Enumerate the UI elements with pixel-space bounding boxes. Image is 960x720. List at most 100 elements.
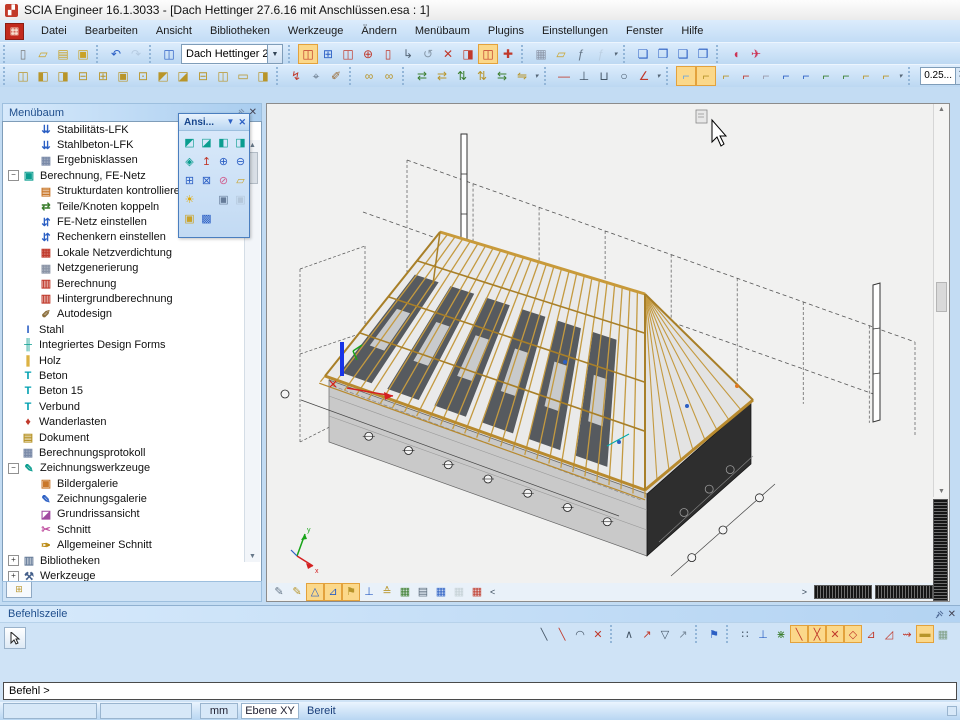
toolbar-icon[interactable]: ⌖ xyxy=(306,66,326,86)
view-tool-icon[interactable]: ▩ xyxy=(198,210,215,227)
menu-item[interactable]: Hilfe xyxy=(672,20,712,42)
toolbar-icon[interactable]: ◨ xyxy=(458,44,478,64)
toolbar-icon[interactable]: ⌐ xyxy=(856,66,876,86)
toolbar-icon[interactable]: ◖ xyxy=(726,44,746,64)
toolbar-icon[interactable]: ⇅ xyxy=(452,66,472,86)
toolbar-icon[interactable]: ⇄ xyxy=(412,66,432,86)
toolbar-icon[interactable]: ✐ xyxy=(326,66,346,86)
snap-icon[interactable]: ∧ xyxy=(620,625,638,643)
snap-icon[interactable]: ✕ xyxy=(826,625,844,643)
select-cursor-button[interactable] xyxy=(4,627,26,649)
view-tool-icon[interactable]: ⊖ xyxy=(232,153,249,170)
tree-item[interactable]: + ▥ Bibliotheken xyxy=(3,553,261,568)
view-setting-icon[interactable]: ▦ xyxy=(432,583,450,601)
view-setting-icon[interactable]: ✎ xyxy=(288,583,306,601)
toolbar-icon[interactable]: ⌐ xyxy=(776,66,796,86)
tree-item[interactable]: T Beton xyxy=(3,368,261,383)
pin-icon[interactable] xyxy=(935,610,944,619)
toolbar-icon[interactable]: ⌐ xyxy=(716,66,736,86)
view-tool-icon[interactable] xyxy=(198,191,215,208)
toolbar-icon[interactable]: ⊕ xyxy=(358,44,378,64)
tree-item[interactable]: ▥ Hintergrundberechnung xyxy=(3,291,261,306)
snap-icon[interactable]: ⊥ xyxy=(754,625,772,643)
toolbar-icon[interactable]: ⌐ xyxy=(736,66,756,86)
tree-item[interactable]: ✐ Autodesign xyxy=(3,307,261,322)
toolbar-scroll-left[interactable]: < xyxy=(486,587,499,597)
menu-item[interactable]: Menübaum xyxy=(406,20,479,42)
tree-item[interactable]: ▣ Bildergalerie xyxy=(3,476,261,491)
toolbar-icon[interactable]: — xyxy=(554,66,574,86)
toolbar-icon[interactable]: ↷ xyxy=(126,44,146,64)
toolbar-icon[interactable]: ⌐ xyxy=(816,66,836,86)
view-tool-icon[interactable]: ⊕ xyxy=(215,153,232,170)
toolbar-icon[interactable]: ⌐ xyxy=(756,66,776,86)
close-icon[interactable]: ✕ xyxy=(948,609,956,620)
toolbar-icon[interactable]: ⌐ xyxy=(836,66,856,86)
toolbar-icon[interactable]: ▣ xyxy=(73,44,93,64)
tree-item[interactable]: ▥ Berechnung xyxy=(3,276,261,291)
tree-item[interactable]: ∥ Holz xyxy=(3,353,261,368)
viewport-vertical-scrollbar[interactable]: ▲ ▼ xyxy=(933,104,949,497)
tree-expander[interactable]: − xyxy=(8,463,19,474)
toolbar-icon[interactable]: ▱ xyxy=(33,44,53,64)
view-setting-icon[interactable]: ▦ xyxy=(468,583,486,601)
toolbar-icon[interactable]: ✕ xyxy=(438,44,458,64)
tree-item[interactable]: ✎ Zeichnungsgalerie xyxy=(3,491,261,506)
view-setting-icon[interactable]: ⊥ xyxy=(360,583,378,601)
tree-item[interactable]: ◪ Grundrissansicht xyxy=(3,507,261,522)
snap-icon[interactable]: ▽ xyxy=(656,625,674,643)
menu-item[interactable]: Bibliotheken xyxy=(201,20,279,42)
toolbar-icon[interactable]: ⌐ xyxy=(796,66,816,86)
view-tool-icon[interactable]: ◧ xyxy=(215,134,232,151)
toolbar-icon[interactable]: ⇆ xyxy=(492,66,512,86)
toolbar-icon[interactable]: ▣ xyxy=(113,66,133,86)
rotate-scrollbar-horizontal-2[interactable] xyxy=(875,585,933,599)
toolbar-icon[interactable]: ❏ xyxy=(633,44,653,64)
rotate-scrollbar-vertical[interactable] xyxy=(933,499,948,601)
toolbar-icon[interactable]: ◫ xyxy=(159,44,179,64)
view-tool-icon[interactable]: ↥ xyxy=(198,153,215,170)
toolbar-icon[interactable]: ▭ xyxy=(233,66,253,86)
scia-logo-icon[interactable]: ▦ xyxy=(5,23,24,40)
menu-item[interactable]: Datei xyxy=(32,20,76,42)
view-tool-icon[interactable]: ⊞ xyxy=(181,172,198,189)
tree-item[interactable]: T Beton 15 xyxy=(3,384,261,399)
tree-expander[interactable]: − xyxy=(8,170,19,181)
view-tool-icon[interactable]: ☀ xyxy=(181,191,198,208)
tree-item[interactable]: T Verbund xyxy=(3,399,261,414)
tree-item[interactable]: − ✎ Zeichnungswerkzeuge xyxy=(3,461,261,476)
view-tool-icon[interactable]: ▣ xyxy=(232,191,249,208)
menu-item[interactable]: Einstellungen xyxy=(533,20,617,42)
snap-icon[interactable]: ⊿ xyxy=(862,625,880,643)
view-setting-icon[interactable]: ≙ xyxy=(378,583,396,601)
toolbar-icon[interactable]: ∞ xyxy=(379,66,399,86)
toolbar-icon[interactable]: ◫ xyxy=(338,44,358,64)
view-setting-icon[interactable]: ⊿ xyxy=(324,583,342,601)
toolbar-icon[interactable]: ↯ xyxy=(286,66,306,86)
tree-item[interactable]: ✂ Schnitt xyxy=(3,522,261,537)
snap-icon[interactable]: ◇ xyxy=(844,625,862,643)
toolbar-icon[interactable]: ƒ xyxy=(571,44,591,64)
toolbar-icon[interactable]: ◫ xyxy=(13,66,33,86)
view-setting-icon[interactable]: ▦ xyxy=(450,583,468,601)
view-tool-icon[interactable]: ▱ xyxy=(232,172,249,189)
toolbar-icon[interactable]: ↺ xyxy=(418,44,438,64)
toolbar-icon[interactable]: ∞ xyxy=(359,66,379,86)
toolbar-icon[interactable]: ⌐ xyxy=(676,66,696,86)
snap-icon[interactable]: ╲ xyxy=(535,625,553,643)
toolbar-grip[interactable] xyxy=(3,45,10,63)
view-setting-icon[interactable]: △ xyxy=(306,583,324,601)
scroll-thumb[interactable] xyxy=(936,282,947,312)
snap-icon[interactable]: ✕ xyxy=(589,625,607,643)
snap-icon[interactable]: ∷ xyxy=(736,625,754,643)
tree-item[interactable]: ▦ Netzgenerierung xyxy=(3,261,261,276)
toolbar-icon[interactable]: ◫ xyxy=(478,44,498,64)
toolbar-icon[interactable]: ↶ xyxy=(106,44,126,64)
snap-icon[interactable]: ╲ xyxy=(790,625,808,643)
tree-item[interactable]: ╫ Integriertes Design Forms xyxy=(3,337,261,352)
toolbar-icon[interactable]: ✈ xyxy=(746,44,766,64)
toolbar-icon[interactable]: ❑ xyxy=(673,44,693,64)
view-setting-icon[interactable]: ✎ xyxy=(270,583,288,601)
snap-icon[interactable]: ╳ xyxy=(808,625,826,643)
scroll-down-icon[interactable]: ▼ xyxy=(934,488,949,495)
